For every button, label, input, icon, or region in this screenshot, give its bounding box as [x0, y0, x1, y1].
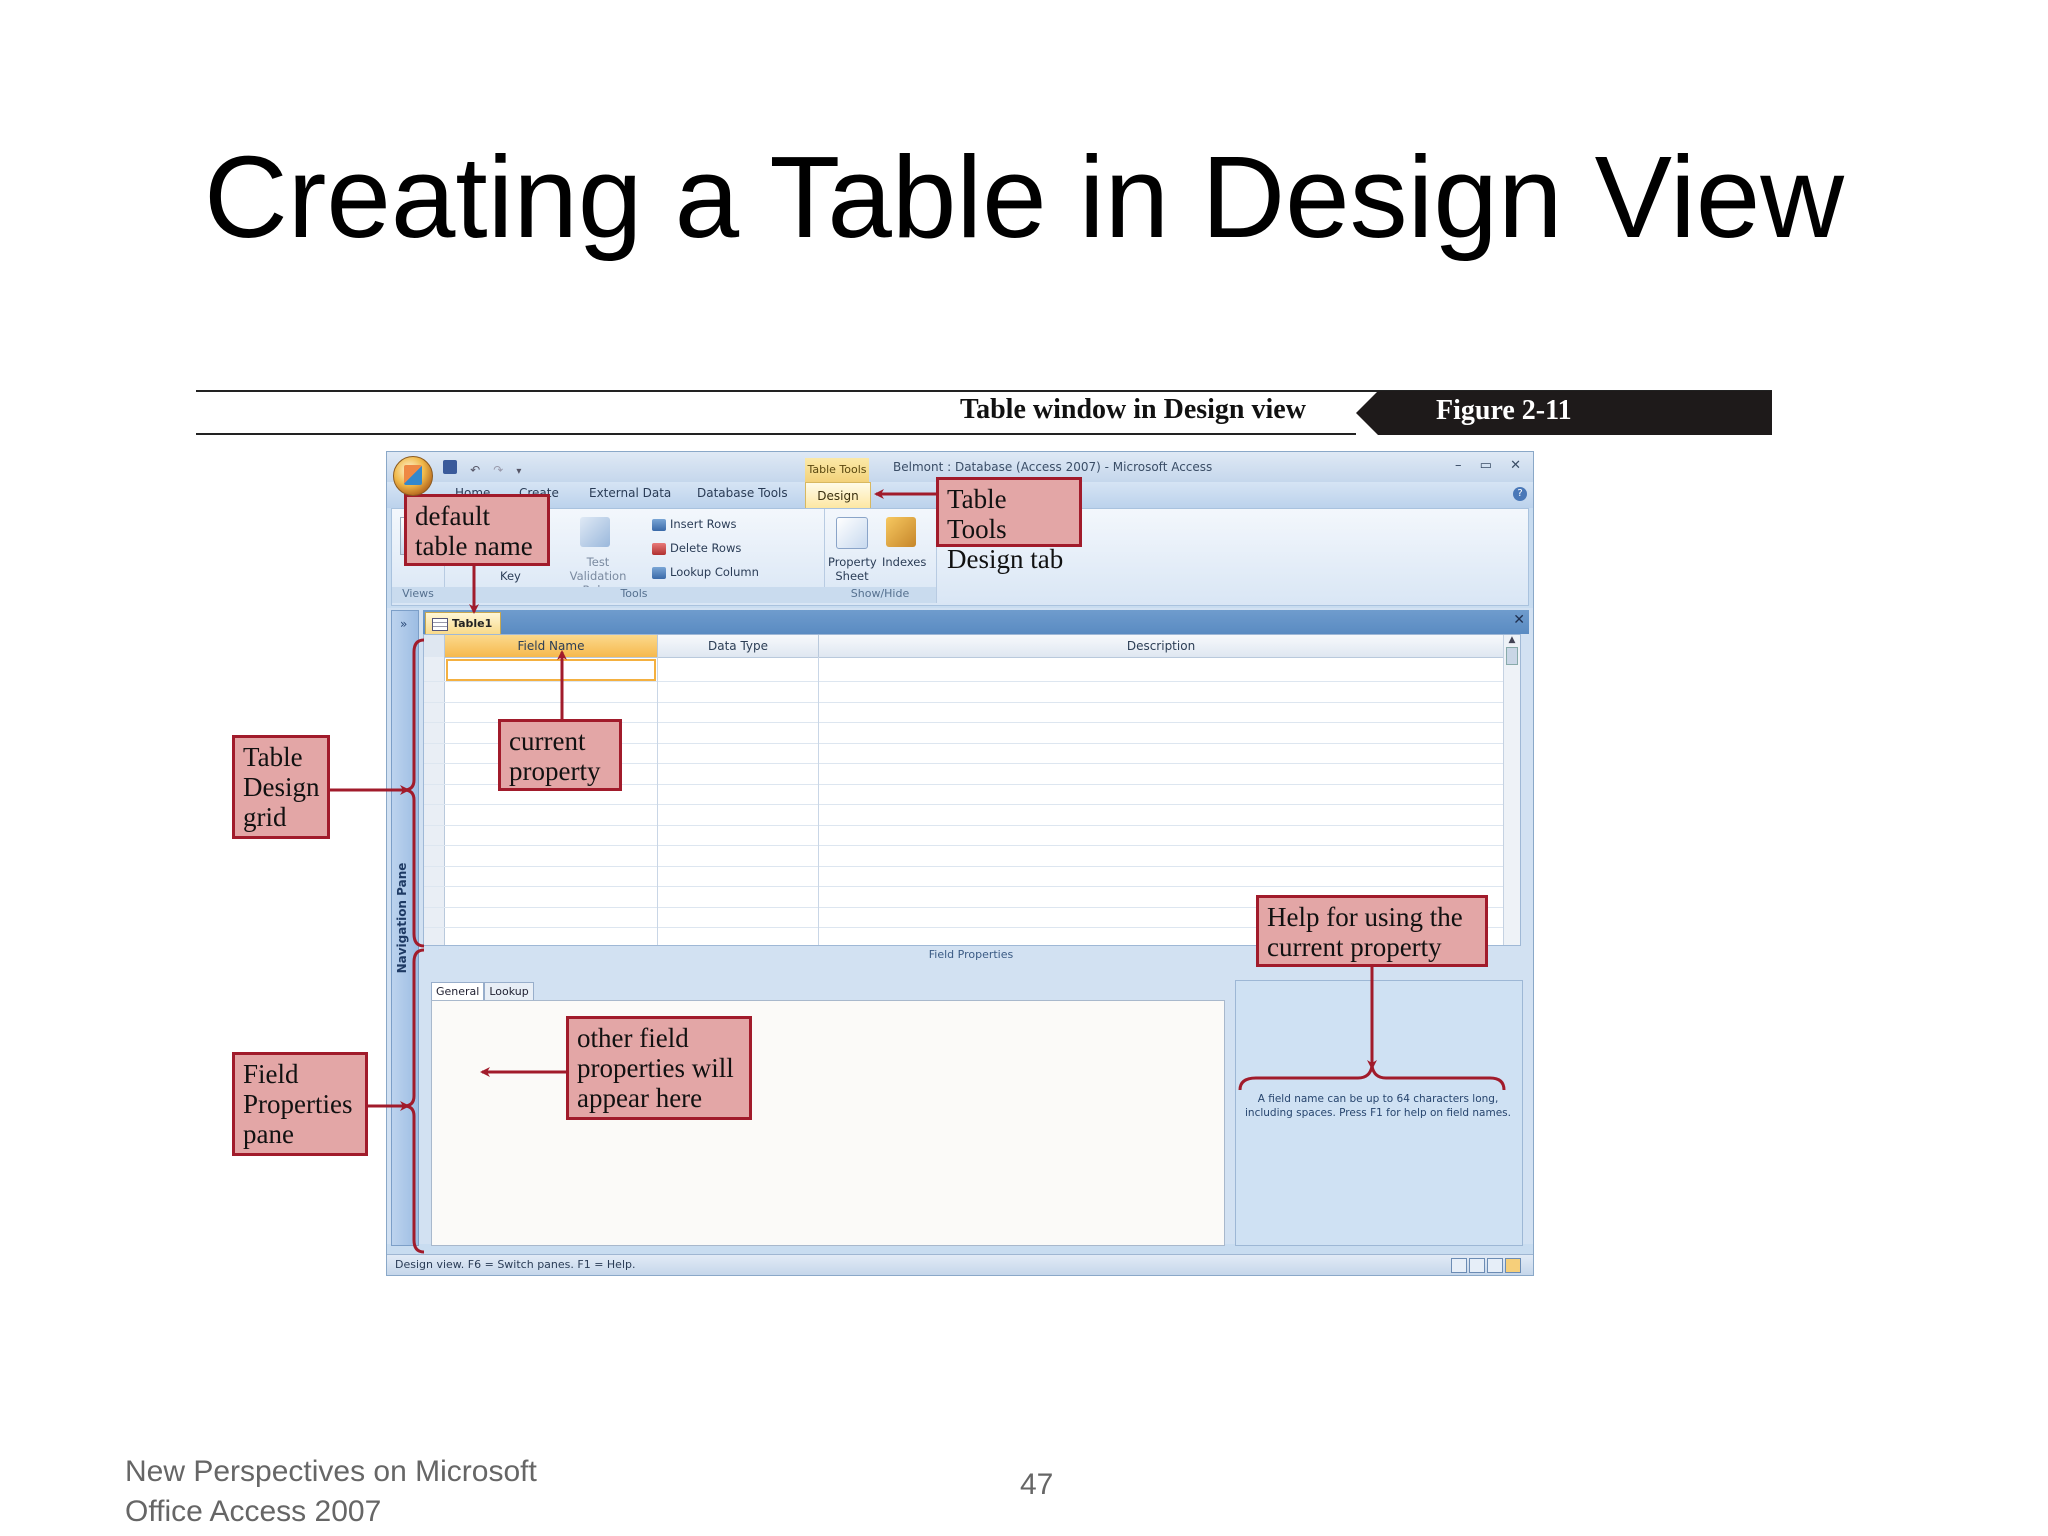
current-property-callout: current property: [498, 719, 622, 791]
table-icon: [432, 617, 448, 631]
tools-group-label: Tools: [444, 587, 824, 603]
contextual-group-header: Table Tools: [805, 458, 869, 482]
access-window: ↶ ↷ ▾ Table Tools Belmont : Database (Ac…: [386, 451, 1534, 1276]
primary-key-label[interactable]: Key: [500, 569, 521, 583]
tab-database-tools[interactable]: Database Tools: [697, 486, 788, 500]
views-group-label: Views: [392, 587, 444, 603]
grid-row-line: [424, 804, 1520, 805]
delete-rows-icon: [652, 542, 666, 555]
restore-icon[interactable]: ▭: [1480, 458, 1492, 473]
figure-label: Figure 2-11: [1436, 395, 1572, 426]
datasheet-view-icon[interactable]: [1451, 1258, 1467, 1273]
window-title: Belmont : Database (Access 2007) - Micro…: [893, 460, 1213, 474]
figure-caption: Table window in Design view: [960, 394, 1306, 425]
help-current-property-callout: Help for using the current property: [1256, 895, 1488, 967]
property-tabs: General Lookup: [431, 980, 534, 1001]
lookup-column-icon: [652, 566, 666, 579]
window-controls: – ▭ ✕: [1455, 458, 1521, 473]
tab-external-data[interactable]: External Data: [589, 486, 671, 500]
default-table-name-callout: default table name: [404, 494, 550, 566]
chevron-right-icon[interactable]: »: [400, 617, 407, 631]
other-field-properties-callout: other field properties will appear here: [566, 1016, 752, 1120]
help-text: A field name can be up to 64 characters …: [1245, 1093, 1511, 1119]
slide-title: Creating a Table in Design View: [203, 132, 1845, 262]
slide-footer: New Perspectives on Microsoft Office Acc…: [125, 1452, 537, 1532]
scroll-up-icon[interactable]: ▲: [1504, 635, 1520, 645]
grid-row-line: [424, 825, 1520, 826]
undo-icon[interactable]: ↶: [470, 463, 480, 477]
navigation-pane-label: Navigation Pane: [395, 862, 409, 974]
insert-rows-icon: [652, 518, 666, 531]
redo-icon[interactable]: ↷: [493, 463, 503, 477]
lookup-column-button[interactable]: Lookup Column: [652, 565, 759, 579]
indexes-button[interactable]: Indexes: [882, 555, 926, 569]
scroll-thumb[interactable]: [1506, 647, 1518, 665]
showhide-group: Property Sheet Indexes Show/Hide: [824, 509, 937, 603]
indexes-icon: [886, 517, 916, 547]
table1-document-tab[interactable]: Table1: [425, 612, 501, 636]
pivotchart-view-icon[interactable]: [1487, 1258, 1503, 1273]
grid-row-line: [424, 702, 1520, 703]
grid-row-line: [424, 886, 1520, 887]
vertical-scrollbar[interactable]: ▲: [1503, 635, 1520, 945]
footer-line-2: Office Access 2007: [125, 1495, 382, 1528]
document-tab-strip: [423, 610, 1529, 634]
grid-row-line: [424, 681, 1520, 682]
chevron-down-icon[interactable]: ▾: [516, 466, 521, 477]
column-divider: [657, 657, 658, 945]
field-properties-area[interactable]: [431, 1000, 1225, 1246]
navigation-pane[interactable]: » Navigation Pane: [391, 610, 419, 1246]
column-divider: [818, 657, 819, 945]
status-bar: Design view. F6 = Switch panes. F1 = Hel…: [387, 1254, 1533, 1275]
help-icon[interactable]: ?: [1513, 487, 1527, 501]
save-icon[interactable]: [443, 460, 457, 474]
caption-bottom-rule: [196, 433, 1356, 435]
close-document-icon[interactable]: ✕: [1513, 612, 1525, 628]
minimize-icon[interactable]: –: [1455, 458, 1462, 473]
grid-row-line: [424, 866, 1520, 867]
current-field-name-cell[interactable]: [446, 659, 656, 681]
grid-row-line: [424, 845, 1520, 846]
pivottable-view-icon[interactable]: [1469, 1258, 1485, 1273]
insert-rows-button[interactable]: Insert Rows: [652, 517, 737, 531]
field-properties-pane-callout: Field Properties pane: [232, 1052, 368, 1156]
status-text: Design view. F6 = Switch panes. F1 = Hel…: [395, 1258, 636, 1271]
showhide-group-label: Show/Hide: [824, 587, 936, 603]
close-icon[interactable]: ✕: [1510, 458, 1521, 473]
table-tools-design-tab-callout: Table Tools Design tab: [936, 477, 1082, 574]
test-validation-icon: [580, 517, 610, 547]
tab-lookup[interactable]: Lookup: [484, 982, 534, 1001]
tab-design[interactable]: Design: [805, 482, 871, 509]
delete-rows-button[interactable]: Delete Rows: [652, 541, 741, 555]
footer-line-1: New Perspectives on Microsoft: [125, 1455, 537, 1488]
page-number: 47: [1020, 1468, 1054, 1501]
property-sheet-button[interactable]: Property Sheet: [828, 555, 877, 583]
design-view-icon[interactable]: [1505, 1258, 1521, 1273]
office-logo-icon: [404, 465, 422, 485]
tab-general[interactable]: General: [431, 982, 485, 1001]
property-sheet-icon: [836, 517, 868, 549]
quick-access-toolbar[interactable]: ↶ ↷ ▾: [443, 459, 543, 477]
table-design-grid-callout: Table Design grid: [232, 735, 330, 839]
office-button[interactable]: [393, 456, 433, 496]
